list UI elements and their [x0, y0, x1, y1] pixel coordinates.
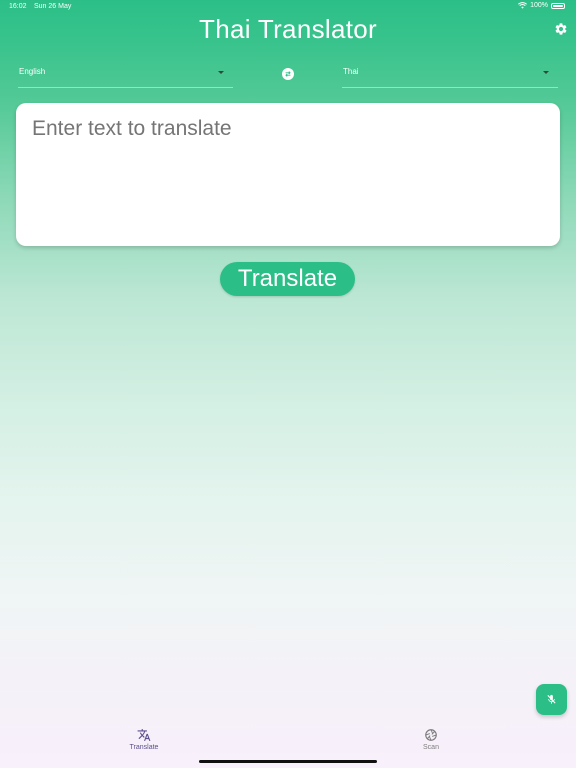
status-bar: 16:02 Sun 26 May 100% — [0, 0, 576, 14]
status-indicators: 100% — [518, 2, 565, 9]
text-input-card — [16, 103, 560, 246]
status-date: Sun 26 May — [34, 3, 72, 10]
page-title: Thai Translator — [199, 14, 377, 44]
battery-percent: 100% — [530, 2, 548, 9]
target-language-select[interactable]: Thai — [342, 64, 558, 88]
camera-shutter-icon — [425, 729, 437, 741]
chevron-down-icon — [543, 71, 549, 74]
microphone-button[interactable] — [536, 684, 567, 715]
battery-icon — [551, 2, 565, 9]
wifi-icon — [518, 2, 528, 9]
status-time: 16:02 — [9, 3, 27, 10]
nav-item-translate[interactable]: Translate — [104, 728, 184, 751]
swap-languages-button[interactable] — [282, 68, 294, 80]
swap-icon — [285, 71, 291, 77]
nav-item-scan[interactable]: Scan — [391, 728, 471, 751]
mic-off-icon — [547, 694, 556, 704]
source-language-select[interactable]: English — [18, 64, 233, 88]
target-language-label: Thai — [343, 67, 359, 76]
translate-text-input[interactable] — [32, 117, 542, 233]
translate-icon — [137, 729, 151, 741]
source-language-label: English — [19, 67, 46, 76]
gear-icon — [555, 23, 567, 35]
nav-label-scan: Scan — [423, 744, 439, 751]
nav-label-translate: Translate — [129, 744, 159, 751]
settings-button[interactable] — [554, 22, 568, 36]
home-indicator[interactable] — [199, 760, 377, 763]
translate-button[interactable]: Translate — [220, 262, 355, 296]
chevron-down-icon — [218, 71, 224, 74]
